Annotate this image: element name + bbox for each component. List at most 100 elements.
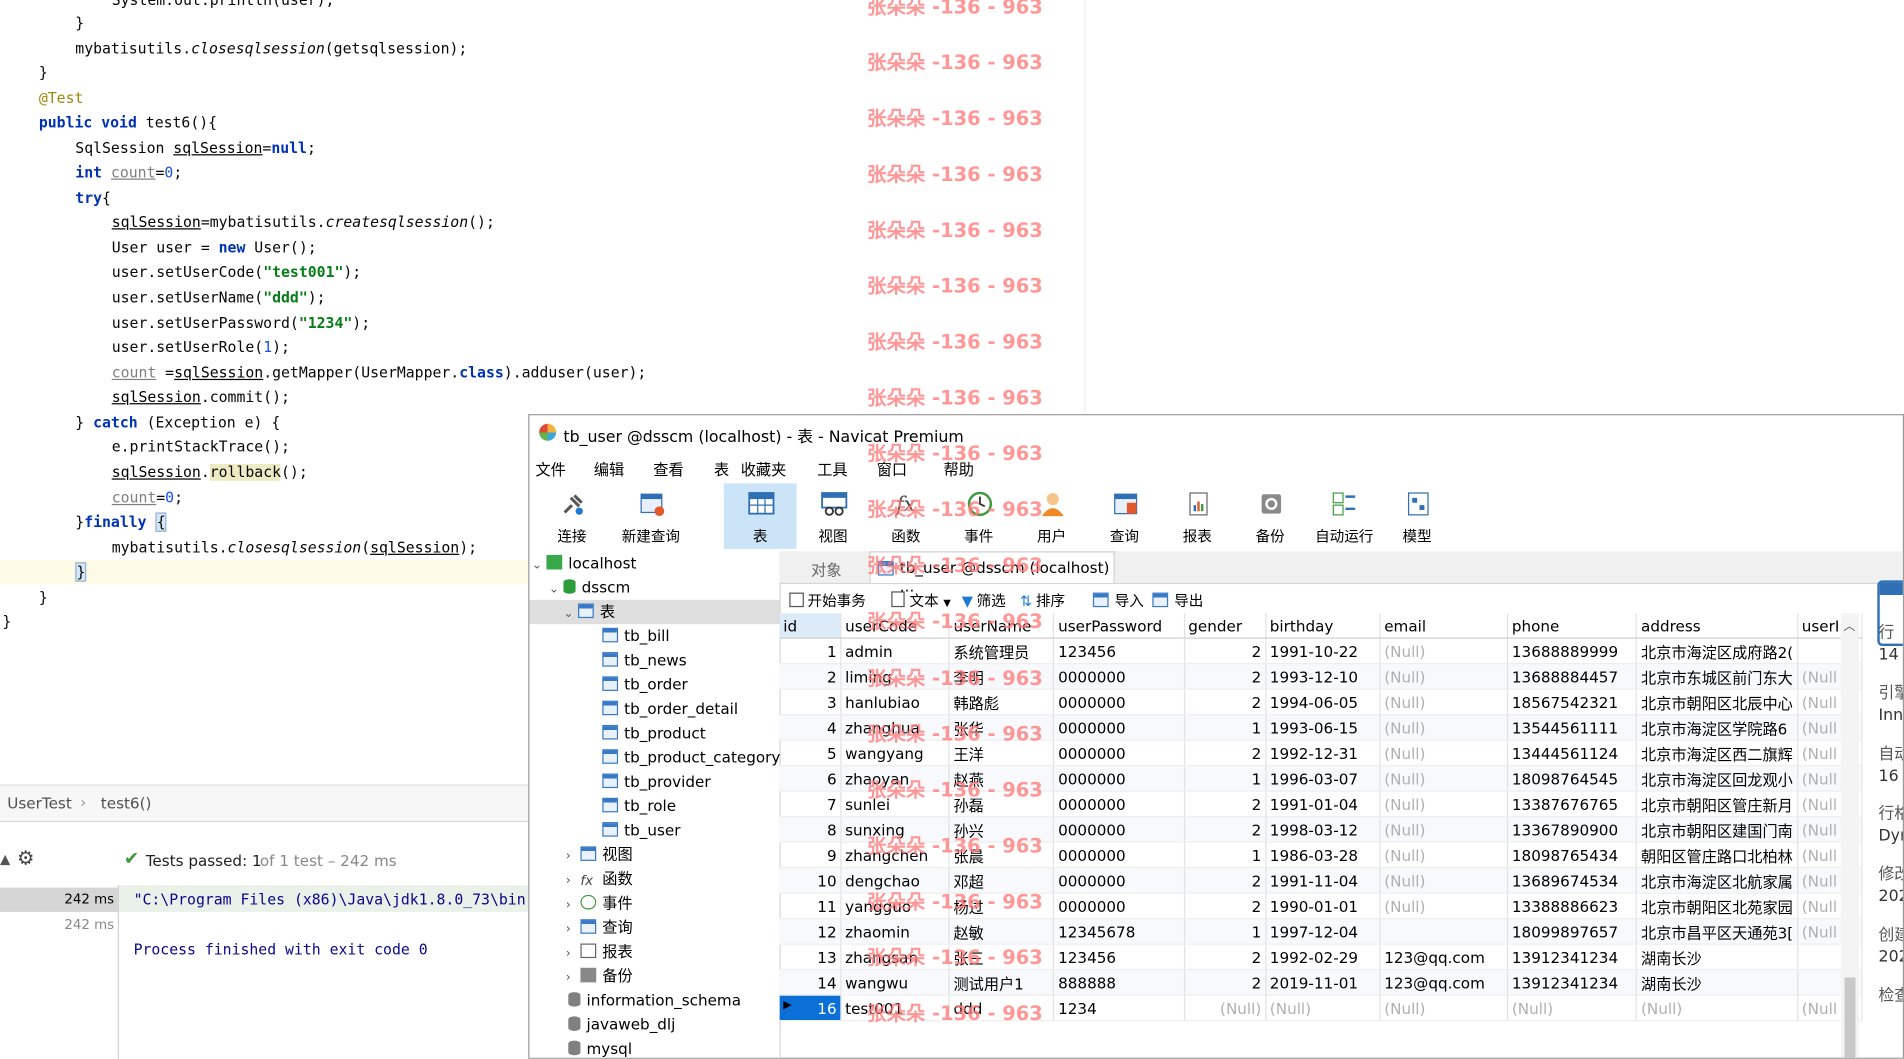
table-cell[interactable]: 18567542321 (1507, 689, 1638, 716)
table-cell[interactable]: zhangsan (840, 944, 950, 971)
table-cell[interactable]: 赵燕 (949, 765, 1055, 792)
table-cell[interactable]: 1992-02-29 (1265, 944, 1381, 971)
automation-button[interactable]: 自动运行 (1307, 483, 1382, 549)
user-button[interactable]: 用户 (1015, 483, 1088, 549)
tree-table[interactable]: tb_product_category (602, 746, 780, 770)
table-row[interactable]: 12 zhaomin 赵敏 12345678 1 1997-12-04 1809989765… (779, 918, 1863, 945)
table-cell[interactable]: dengchao (840, 867, 950, 894)
tree-folder-functions[interactable]: › fx 函数 (566, 867, 633, 891)
menu-file[interactable]: 文件 (536, 457, 566, 480)
table-cell[interactable]: 1234 (1053, 995, 1185, 1022)
column-header-address[interactable]: address (1636, 613, 1799, 639)
export-button[interactable]: 导出 (1152, 590, 1203, 611)
table-cell[interactable]: 1991-11-04 (1265, 867, 1381, 894)
table-cell[interactable]: 3 (779, 689, 842, 716)
table-cell[interactable]: 18098765434 (1507, 842, 1638, 869)
function-button[interactable]: fx 函数 (869, 483, 942, 549)
column-header-id[interactable]: id (779, 613, 842, 639)
table-cell[interactable]: 北京市海淀区北航家属 (1636, 867, 1799, 894)
tab-tb-user[interactable]: tb_user @dsscm (localhost) ... (869, 551, 1115, 595)
table-cell[interactable]: (Null) (1379, 638, 1509, 665)
table-cell[interactable]: wangyang (840, 740, 950, 767)
table-cell[interactable]: wangwu (840, 969, 950, 996)
table-cell[interactable]: 5 (779, 740, 842, 767)
table-cell[interactable]: 10 (779, 867, 842, 894)
table-cell[interactable]: 1996-03-07 (1265, 765, 1381, 792)
table-cell[interactable]: 1990-01-01 (1265, 893, 1381, 920)
tree-table[interactable]: tb_order_detail (602, 697, 738, 721)
menu-window[interactable]: 窗口 (877, 457, 907, 480)
table-cell[interactable]: sunxing (840, 816, 950, 843)
table-cell[interactable]: zhangchen (840, 842, 950, 869)
table-cell[interactable]: 1993-12-10 (1265, 663, 1381, 690)
tree-database[interactable]: javaweb_dlj (568, 1013, 675, 1037)
table-cell[interactable]: 0000000 (1053, 816, 1185, 843)
menu-tools[interactable]: 工具 (817, 457, 847, 480)
tree-folder-reports[interactable]: › 报表 (566, 940, 633, 964)
tree-tables-folder[interactable]: ⌄ 表 (529, 599, 780, 625)
table-row[interactable]: 10 dengchao 邓超 0000000 2 1991-11-04 (Null) 1368… (779, 867, 1863, 894)
column-header-userName[interactable]: userName (949, 613, 1055, 639)
table-cell[interactable]: ddd (949, 995, 1055, 1022)
table-cell[interactable]: (Null) (1379, 740, 1509, 767)
tree-table-tb-user[interactable]: tb_user (602, 818, 680, 842)
table-row[interactable]: 14 wangwu 测试用户1 888888 2 2019-11-01 123@qq.com… (779, 969, 1863, 996)
table-cell[interactable]: 0000000 (1053, 714, 1185, 741)
table-cell[interactable]: 湖南长沙 (1636, 969, 1799, 996)
pin-icon[interactable]: ▲ (0, 851, 10, 867)
begin-transaction-button[interactable]: 开始事务 (789, 590, 866, 611)
table-cell[interactable]: (Null) (1379, 842, 1509, 869)
vertical-scrollbar[interactable]: ︿ (1840, 613, 1860, 1058)
tree-table[interactable]: tb_role (602, 794, 676, 818)
table-cell[interactable]: 2 (1184, 663, 1267, 690)
model-button[interactable]: 模型 (1381, 483, 1454, 549)
table-cell[interactable]: 北京市昌平区天通苑3[ (1636, 918, 1799, 945)
code-editor[interactable]: System.out.println(user); } mybatisutils… (0, 0, 646, 785)
table-cell[interactable]: 6 (779, 765, 842, 792)
table-cell[interactable]: 1 (1184, 714, 1267, 741)
table-cell[interactable]: 2 (1184, 944, 1267, 971)
column-header-userPassword[interactable]: userPassword (1053, 613, 1185, 639)
filter-button[interactable]: ▼ 筛选 (962, 590, 1006, 611)
table-cell[interactable]: 0000000 (1053, 689, 1185, 716)
table-row[interactable]: 9 zhangchen 张晨 0000000 1 1986-03-28 (Null) 1809… (779, 842, 1863, 869)
table-cell[interactable]: 12345678 (1053, 918, 1185, 945)
table-cell[interactable]: 孙兴 (949, 816, 1055, 843)
table-cell[interactable]: 13689674534 (1507, 867, 1638, 894)
table-cell[interactable]: 0000000 (1053, 663, 1185, 690)
tree-table[interactable]: tb_product (602, 721, 706, 745)
table-cell[interactable]: admin (840, 638, 950, 665)
table-cell[interactable]: 1 (779, 638, 842, 665)
table-row[interactable]: 4 zhanghua 张华 0000000 1 1993-06-15 (Null) 13544… (779, 714, 1863, 741)
table-cell[interactable]: 13912341234 (1507, 969, 1638, 996)
table-cell[interactable]: 13688889999 (1507, 638, 1638, 665)
table-cell[interactable]: 1998-03-12 (1265, 816, 1381, 843)
table-row[interactable]: 11 yangguo 杨过 0000000 2 1990-01-01 (Null) 13388… (779, 893, 1863, 920)
table-row[interactable]: 6 zhaoyan 赵燕 0000000 1 1996-03-07 (Null) 180987… (779, 765, 1863, 792)
table-cell[interactable]: 0000000 (1053, 740, 1185, 767)
table-cell[interactable]: (Null) (1184, 995, 1267, 1022)
table-cell[interactable]: 13 (779, 944, 842, 971)
column-header-userCode[interactable]: userCode (840, 613, 950, 639)
table-cell[interactable]: 13544561111 (1507, 714, 1638, 741)
table-cell[interactable]: 李明 (949, 663, 1055, 690)
table-row[interactable]: 2 liming 李明 0000000 2 1993-12-10 (Null) 1368888… (779, 663, 1863, 690)
table-cell[interactable]: (Null) (1379, 765, 1509, 792)
table-cell[interactable]: 1 (1184, 918, 1267, 945)
table-cell[interactable]: 邓超 (949, 867, 1055, 894)
test-time[interactable]: 242 ms (0, 887, 118, 912)
table-cell[interactable]: 0000000 (1053, 842, 1185, 869)
table-cell[interactable] (1379, 918, 1509, 945)
table-cell[interactable]: (Null) (1379, 995, 1509, 1022)
table-cell[interactable]: 张三 (949, 944, 1055, 971)
table-cell[interactable]: (Null) (1379, 714, 1509, 741)
table-cell[interactable]: sunlei (840, 791, 950, 818)
table-cell[interactable]: 2 (1184, 816, 1267, 843)
menu-view[interactable]: 查看 (653, 457, 683, 480)
table-cell[interactable]: (Null) (1265, 995, 1381, 1022)
table-cell[interactable]: 北京市朝阳区北辰中心 (1636, 689, 1799, 716)
tree-folder-queries[interactable]: › 查询 (566, 916, 633, 940)
table-cell[interactable]: 韩路彪 (949, 689, 1055, 716)
tree-table[interactable]: tb_news (602, 648, 687, 672)
table-cell[interactable]: 8 (779, 816, 842, 843)
